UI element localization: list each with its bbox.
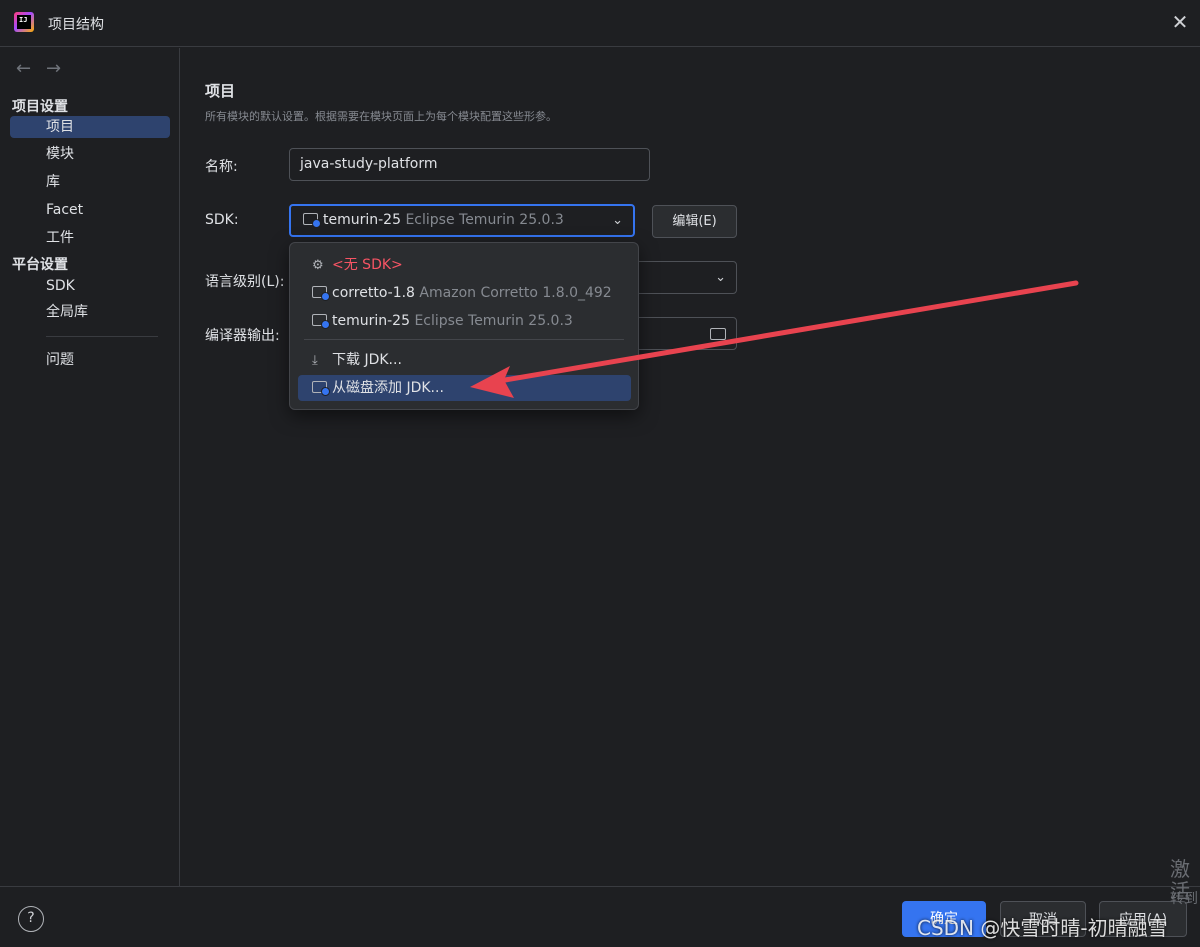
name-label: 名称: xyxy=(205,159,238,175)
project-name-input[interactable]: java-study-platform xyxy=(289,148,650,181)
sidebar-item-sdks[interactable]: SDK xyxy=(10,275,170,297)
sdk-option-corretto[interactable]: corretto-1.8 Amazon Corretto 1.8.0_492 xyxy=(298,280,631,306)
language-level-label: 语言级别(L): xyxy=(205,274,285,290)
platform-settings-heading: 平台设置 xyxy=(12,257,68,273)
sdk-option-detail: Amazon Corretto 1.8.0_492 xyxy=(419,285,612,301)
title-bar: IJ 项目结构 ✕ xyxy=(0,0,1200,47)
sdk-option-none[interactable]: ⚙ <无 SDK> xyxy=(298,252,631,278)
sdk-dropdown-popup: ⚙ <无 SDK> corretto-1.8 Amazon Corretto 1.… xyxy=(289,242,639,410)
sidebar-item-problems[interactable]: 问题 xyxy=(10,349,170,371)
sidebar-item-facets[interactable]: Facet xyxy=(10,199,170,221)
sdk-gear-icon: ⚙ xyxy=(312,258,324,273)
download-jdk-label: 下载 JDK... xyxy=(332,352,402,368)
chevron-down-icon: ⌄ xyxy=(715,270,726,285)
jdk-folder-icon xyxy=(312,286,330,301)
sdk-option-name: temurin-25 xyxy=(332,313,410,329)
download-icon: ⤓ xyxy=(312,353,318,368)
page-title: 项目 xyxy=(205,82,236,100)
sdk-option-temurin[interactable]: temurin-25 Eclipse Temurin 25.0.3 xyxy=(298,308,631,334)
sidebar-divider xyxy=(46,336,158,337)
csdn-watermark: CSDN @快雪时晴-初晴融雪 xyxy=(917,916,1168,940)
window-title: 项目结构 xyxy=(48,17,104,33)
close-icon[interactable]: ✕ xyxy=(1168,10,1192,34)
footer-divider xyxy=(0,886,1200,887)
jdk-folder-icon xyxy=(312,314,330,329)
activation-watermark-sub: 转到 xyxy=(1170,891,1198,907)
chevron-down-icon: ⌄ xyxy=(612,213,623,228)
sdk-option-name: corretto-1.8 xyxy=(332,285,415,301)
back-arrow-icon[interactable]: ← xyxy=(16,58,31,79)
help-icon[interactable]: ? xyxy=(18,906,44,932)
sidebar: ← → 项目设置 项目 模块 库 Facet 工件 平台设置 SDK 全局库 问… xyxy=(0,48,180,886)
sdk-label: SDK: xyxy=(205,212,239,228)
sdk-combobox[interactable]: temurin-25 Eclipse Temurin 25.0.3 ⌄ xyxy=(289,204,635,237)
download-jdk-option[interactable]: ⤓ 下载 JDK... xyxy=(298,347,631,373)
intellij-logo-icon: IJ xyxy=(14,12,34,32)
sdk-selected-name: temurin-25 xyxy=(323,212,401,228)
compiler-output-label: 编译器输出: xyxy=(205,328,280,344)
add-jdk-from-disk-option[interactable]: 从磁盘添加 JDK... xyxy=(298,375,631,401)
sdk-selected-detail: Eclipse Temurin 25.0.3 xyxy=(405,212,564,228)
jdk-folder-icon xyxy=(303,213,321,228)
sidebar-item-artifacts[interactable]: 工件 xyxy=(10,227,170,249)
popup-divider xyxy=(304,339,624,340)
jdk-folder-icon xyxy=(312,381,330,396)
sidebar-item-libraries[interactable]: 库 xyxy=(10,171,170,193)
browse-folder-icon[interactable] xyxy=(710,328,726,340)
project-settings-heading: 项目设置 xyxy=(12,99,68,115)
sidebar-item-global-libraries[interactable]: 全局库 xyxy=(10,301,170,323)
annotation-arrow xyxy=(470,280,1079,398)
forward-arrow-icon[interactable]: → xyxy=(46,58,61,79)
sidebar-item-project[interactable]: 项目 xyxy=(10,116,170,138)
edit-sdk-button[interactable]: 编辑(E) xyxy=(652,205,737,238)
page-description: 所有模块的默认设置。根据需要在模块页面上为每个模块配置这些形参。 xyxy=(205,110,557,123)
sdk-option-detail: Eclipse Temurin 25.0.3 xyxy=(414,313,573,329)
sidebar-item-modules[interactable]: 模块 xyxy=(10,143,170,165)
no-sdk-label: <无 SDK> xyxy=(332,257,403,273)
add-jdk-from-disk-label: 从磁盘添加 JDK... xyxy=(332,380,444,396)
